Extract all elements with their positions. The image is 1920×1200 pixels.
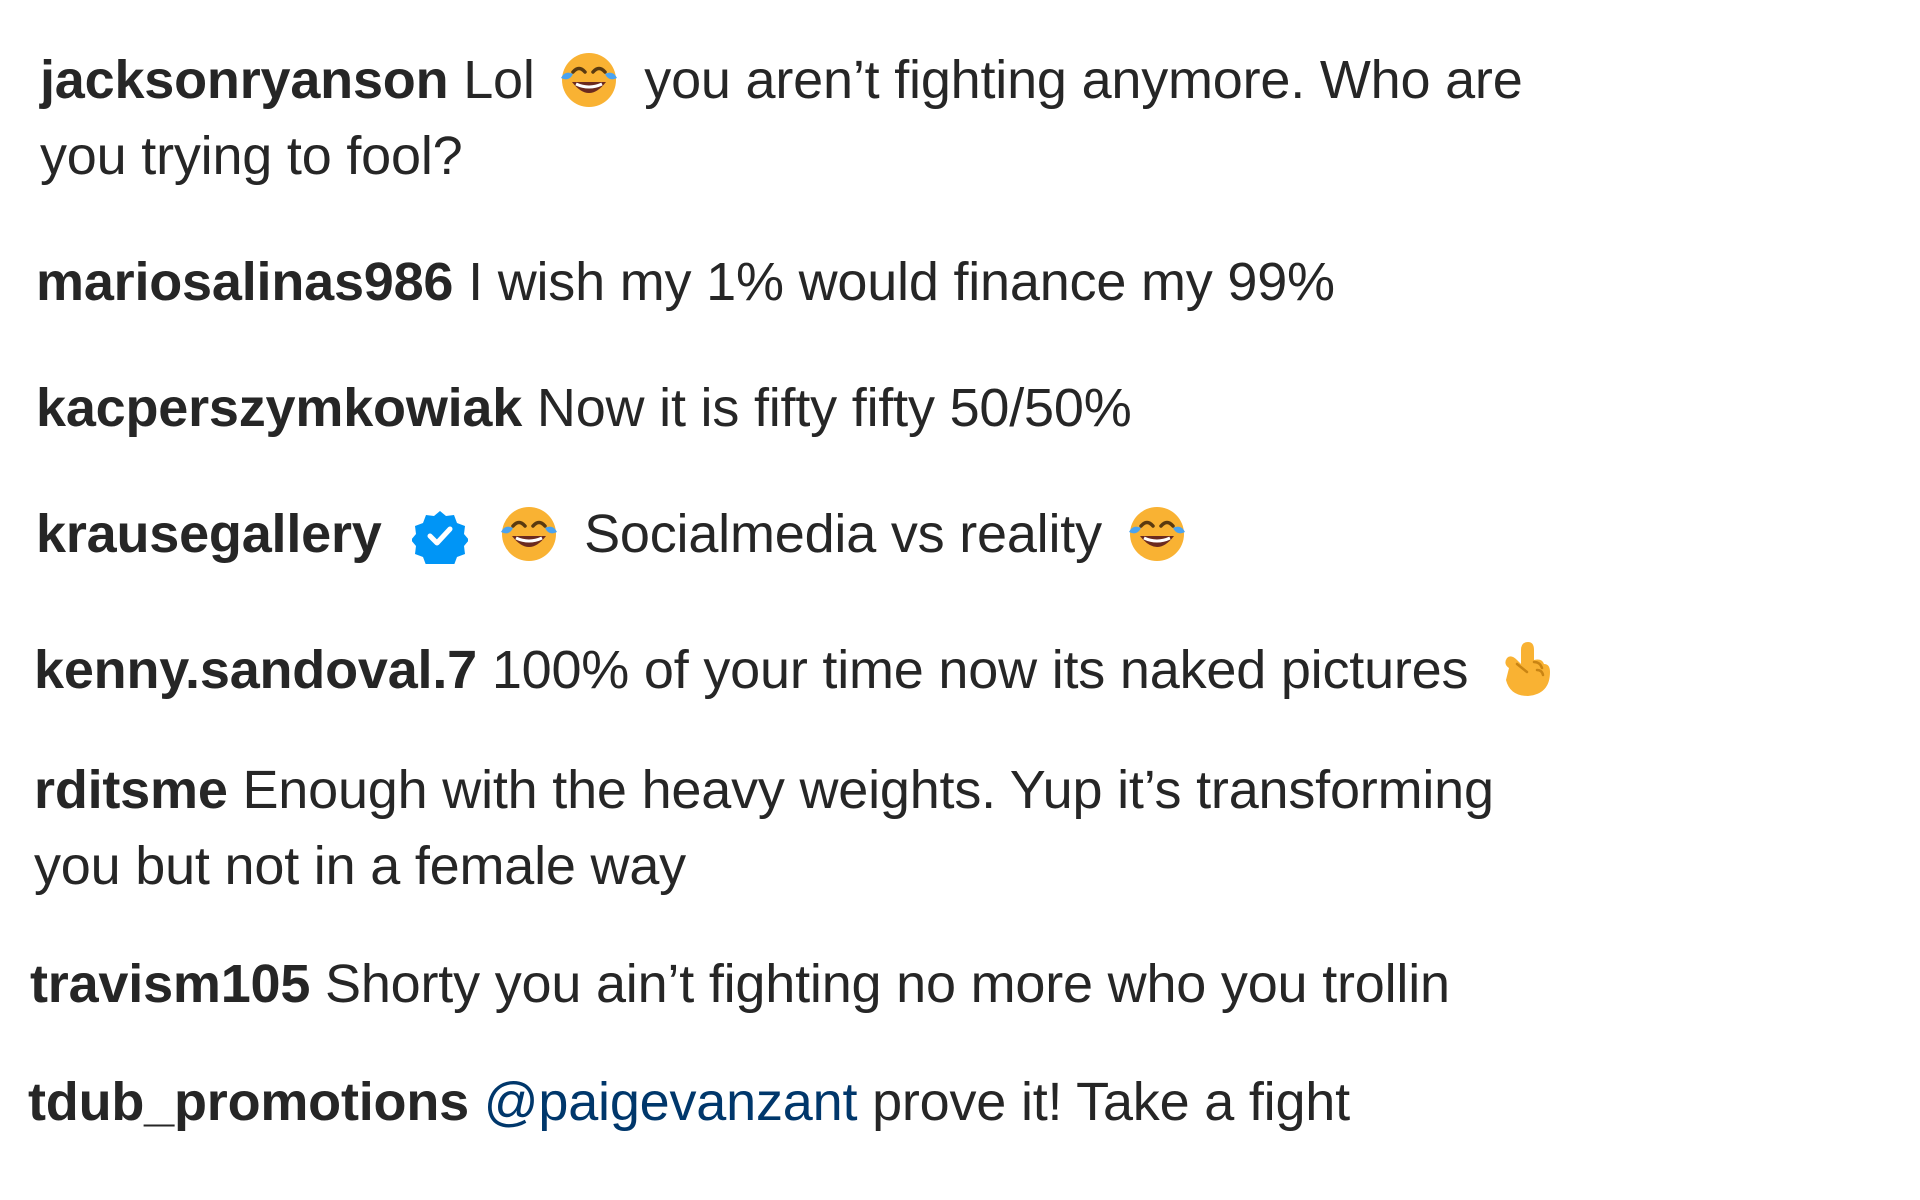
verified-badge-icon xyxy=(412,508,469,564)
tears-of-joy-emoji-icon xyxy=(555,48,623,110)
comment-item: travism105 Shorty you ain’t fighting no … xyxy=(30,946,1450,1022)
comment-item: jacksonryanson Lol you aren’t fighting a… xyxy=(40,42,1523,194)
comment-item: kacperszymkowiak Now it is fifty fifty 5… xyxy=(36,370,1132,446)
comment-username[interactable]: rditsme xyxy=(34,760,228,820)
comment-username[interactable]: kacperszymkowiak xyxy=(36,378,522,438)
comment-username[interactable]: jacksonryanson xyxy=(40,50,449,110)
comment-username[interactable]: krausegallery xyxy=(36,504,382,564)
tears-of-joy-emoji-icon xyxy=(495,502,563,564)
comment-text: Socialmedia vs reality xyxy=(584,504,1102,564)
comment-username[interactable]: travism105 xyxy=(30,954,310,1014)
comment-item: kenny.sandoval.7 100% of your time now i… xyxy=(34,632,1563,708)
comment-text-line2: you trying to fool? xyxy=(40,126,463,186)
call-me-hand-emoji-icon xyxy=(1489,638,1557,700)
comment-text: Shorty you ain’t fighting no more who yo… xyxy=(325,954,1450,1014)
comment-text: Enough with the heavy weights. Yup it’s … xyxy=(242,760,1494,820)
comment-username[interactable]: tdub_promotions xyxy=(28,1072,469,1132)
comment-text: you aren’t fighting anymore. Who are xyxy=(644,50,1523,110)
comment-text-line2: you but not in a female way xyxy=(34,836,686,896)
comment-text: I wish my 1% would finance my 99% xyxy=(468,252,1335,312)
comment-item: mariosalinas986 I wish my 1% would finan… xyxy=(36,244,1335,320)
comment-item: krausegallery Socialmedia vs reality xyxy=(36,496,1197,572)
mention-link[interactable]: @paigevanzant xyxy=(484,1072,858,1132)
comment-item: rditsme Enough with the heavy weights. Y… xyxy=(34,752,1494,904)
comment-text: prove it! Take a fight xyxy=(872,1072,1350,1132)
comment-item: tdub_promotions @paigevanzant prove it! … xyxy=(28,1064,1350,1140)
comment-text: Lol xyxy=(463,50,535,110)
comment-username[interactable]: mariosalinas986 xyxy=(36,252,453,312)
tears-of-joy-emoji-icon xyxy=(1123,502,1191,564)
comment-text: Now it is fifty fifty 50/50% xyxy=(536,378,1132,438)
comment-text: 100% of your time now its naked pictures xyxy=(491,640,1469,700)
comment-username[interactable]: kenny.sandoval.7 xyxy=(34,640,477,700)
comment-list: jacksonryanson Lol you aren’t fighting a… xyxy=(0,0,1920,1200)
